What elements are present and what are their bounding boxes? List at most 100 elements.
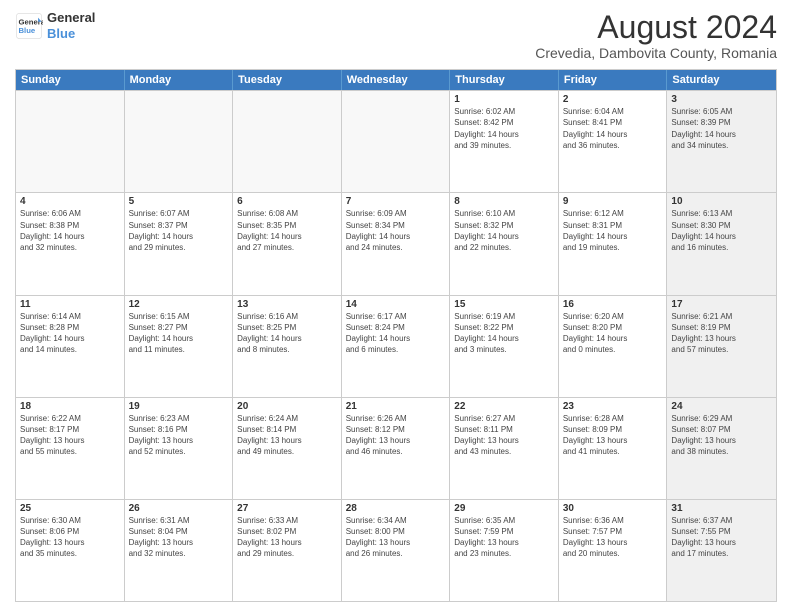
day-number: 21 bbox=[346, 401, 446, 412]
day-info: Sunrise: 6:21 AM Sunset: 8:19 PM Dayligh… bbox=[671, 311, 772, 356]
title-block: August 2024 Crevedia, Dambovita County, … bbox=[535, 10, 777, 61]
day-cell-2: 2Sunrise: 6:04 AM Sunset: 8:41 PM Daylig… bbox=[559, 91, 668, 192]
day-cell-14: 14Sunrise: 6:17 AM Sunset: 8:24 PM Dayli… bbox=[342, 296, 451, 397]
day-header-tuesday: Tuesday bbox=[233, 70, 342, 90]
day-number: 26 bbox=[129, 503, 229, 514]
day-info: Sunrise: 6:37 AM Sunset: 7:55 PM Dayligh… bbox=[671, 515, 772, 560]
day-number: 30 bbox=[563, 503, 663, 514]
empty-cell bbox=[16, 91, 125, 192]
day-info: Sunrise: 6:34 AM Sunset: 8:00 PM Dayligh… bbox=[346, 515, 446, 560]
day-info: Sunrise: 6:36 AM Sunset: 7:57 PM Dayligh… bbox=[563, 515, 663, 560]
svg-text:General: General bbox=[19, 17, 44, 26]
day-number: 11 bbox=[20, 299, 120, 310]
day-number: 10 bbox=[671, 196, 772, 207]
calendar-row-5: 25Sunrise: 6:30 AM Sunset: 8:06 PM Dayli… bbox=[16, 499, 776, 601]
day-info: Sunrise: 6:31 AM Sunset: 8:04 PM Dayligh… bbox=[129, 515, 229, 560]
day-number: 2 bbox=[563, 94, 663, 105]
day-cell-1: 1Sunrise: 6:02 AM Sunset: 8:42 PM Daylig… bbox=[450, 91, 559, 192]
day-info: Sunrise: 6:17 AM Sunset: 8:24 PM Dayligh… bbox=[346, 311, 446, 356]
day-number: 5 bbox=[129, 196, 229, 207]
main-title: August 2024 bbox=[535, 10, 777, 45]
day-info: Sunrise: 6:13 AM Sunset: 8:30 PM Dayligh… bbox=[671, 208, 772, 253]
day-number: 18 bbox=[20, 401, 120, 412]
empty-cell bbox=[233, 91, 342, 192]
logo-line1: General bbox=[47, 10, 95, 26]
day-cell-26: 26Sunrise: 6:31 AM Sunset: 8:04 PM Dayli… bbox=[125, 500, 234, 601]
day-info: Sunrise: 6:24 AM Sunset: 8:14 PM Dayligh… bbox=[237, 413, 337, 458]
subtitle: Crevedia, Dambovita County, Romania bbox=[535, 45, 777, 61]
day-info: Sunrise: 6:35 AM Sunset: 7:59 PM Dayligh… bbox=[454, 515, 554, 560]
calendar: SundayMondayTuesdayWednesdayThursdayFrid… bbox=[15, 69, 777, 602]
day-info: Sunrise: 6:02 AM Sunset: 8:42 PM Dayligh… bbox=[454, 106, 554, 151]
day-cell-4: 4Sunrise: 6:06 AM Sunset: 8:38 PM Daylig… bbox=[16, 193, 125, 294]
day-number: 6 bbox=[237, 196, 337, 207]
logo-icon: General Blue bbox=[15, 12, 43, 40]
day-cell-16: 16Sunrise: 6:20 AM Sunset: 8:20 PM Dayli… bbox=[559, 296, 668, 397]
day-info: Sunrise: 6:30 AM Sunset: 8:06 PM Dayligh… bbox=[20, 515, 120, 560]
day-number: 24 bbox=[671, 401, 772, 412]
day-info: Sunrise: 6:22 AM Sunset: 8:17 PM Dayligh… bbox=[20, 413, 120, 458]
calendar-body: 1Sunrise: 6:02 AM Sunset: 8:42 PM Daylig… bbox=[16, 90, 776, 601]
day-header-sunday: Sunday bbox=[16, 70, 125, 90]
day-cell-9: 9Sunrise: 6:12 AM Sunset: 8:31 PM Daylig… bbox=[559, 193, 668, 294]
day-info: Sunrise: 6:09 AM Sunset: 8:34 PM Dayligh… bbox=[346, 208, 446, 253]
day-info: Sunrise: 6:05 AM Sunset: 8:39 PM Dayligh… bbox=[671, 106, 772, 151]
day-header-friday: Friday bbox=[559, 70, 668, 90]
day-cell-20: 20Sunrise: 6:24 AM Sunset: 8:14 PM Dayli… bbox=[233, 398, 342, 499]
day-info: Sunrise: 6:10 AM Sunset: 8:32 PM Dayligh… bbox=[454, 208, 554, 253]
day-number: 8 bbox=[454, 196, 554, 207]
day-cell-28: 28Sunrise: 6:34 AM Sunset: 8:00 PM Dayli… bbox=[342, 500, 451, 601]
day-number: 1 bbox=[454, 94, 554, 105]
day-cell-25: 25Sunrise: 6:30 AM Sunset: 8:06 PM Dayli… bbox=[16, 500, 125, 601]
day-number: 27 bbox=[237, 503, 337, 514]
page: General Blue General Blue August 2024 Cr… bbox=[0, 0, 792, 612]
day-number: 17 bbox=[671, 299, 772, 310]
day-cell-5: 5Sunrise: 6:07 AM Sunset: 8:37 PM Daylig… bbox=[125, 193, 234, 294]
calendar-row-2: 4Sunrise: 6:06 AM Sunset: 8:38 PM Daylig… bbox=[16, 192, 776, 294]
day-cell-11: 11Sunrise: 6:14 AM Sunset: 8:28 PM Dayli… bbox=[16, 296, 125, 397]
day-number: 31 bbox=[671, 503, 772, 514]
day-info: Sunrise: 6:04 AM Sunset: 8:41 PM Dayligh… bbox=[563, 106, 663, 151]
day-cell-30: 30Sunrise: 6:36 AM Sunset: 7:57 PM Dayli… bbox=[559, 500, 668, 601]
day-cell-10: 10Sunrise: 6:13 AM Sunset: 8:30 PM Dayli… bbox=[667, 193, 776, 294]
day-number: 4 bbox=[20, 196, 120, 207]
day-info: Sunrise: 6:27 AM Sunset: 8:11 PM Dayligh… bbox=[454, 413, 554, 458]
day-header-wednesday: Wednesday bbox=[342, 70, 451, 90]
day-info: Sunrise: 6:33 AM Sunset: 8:02 PM Dayligh… bbox=[237, 515, 337, 560]
day-cell-22: 22Sunrise: 6:27 AM Sunset: 8:11 PM Dayli… bbox=[450, 398, 559, 499]
day-cell-27: 27Sunrise: 6:33 AM Sunset: 8:02 PM Dayli… bbox=[233, 500, 342, 601]
day-info: Sunrise: 6:23 AM Sunset: 8:16 PM Dayligh… bbox=[129, 413, 229, 458]
day-number: 23 bbox=[563, 401, 663, 412]
day-info: Sunrise: 6:16 AM Sunset: 8:25 PM Dayligh… bbox=[237, 311, 337, 356]
day-cell-23: 23Sunrise: 6:28 AM Sunset: 8:09 PM Dayli… bbox=[559, 398, 668, 499]
day-number: 22 bbox=[454, 401, 554, 412]
day-cell-7: 7Sunrise: 6:09 AM Sunset: 8:34 PM Daylig… bbox=[342, 193, 451, 294]
day-cell-3: 3Sunrise: 6:05 AM Sunset: 8:39 PM Daylig… bbox=[667, 91, 776, 192]
logo-line2: Blue bbox=[47, 26, 95, 42]
day-cell-19: 19Sunrise: 6:23 AM Sunset: 8:16 PM Dayli… bbox=[125, 398, 234, 499]
calendar-row-4: 18Sunrise: 6:22 AM Sunset: 8:17 PM Dayli… bbox=[16, 397, 776, 499]
day-cell-21: 21Sunrise: 6:26 AM Sunset: 8:12 PM Dayli… bbox=[342, 398, 451, 499]
day-number: 3 bbox=[671, 94, 772, 105]
day-cell-31: 31Sunrise: 6:37 AM Sunset: 7:55 PM Dayli… bbox=[667, 500, 776, 601]
day-info: Sunrise: 6:15 AM Sunset: 8:27 PM Dayligh… bbox=[129, 311, 229, 356]
day-info: Sunrise: 6:08 AM Sunset: 8:35 PM Dayligh… bbox=[237, 208, 337, 253]
day-number: 13 bbox=[237, 299, 337, 310]
calendar-row-3: 11Sunrise: 6:14 AM Sunset: 8:28 PM Dayli… bbox=[16, 295, 776, 397]
day-cell-18: 18Sunrise: 6:22 AM Sunset: 8:17 PM Dayli… bbox=[16, 398, 125, 499]
day-number: 9 bbox=[563, 196, 663, 207]
day-number: 29 bbox=[454, 503, 554, 514]
day-header-thursday: Thursday bbox=[450, 70, 559, 90]
day-cell-29: 29Sunrise: 6:35 AM Sunset: 7:59 PM Dayli… bbox=[450, 500, 559, 601]
day-info: Sunrise: 6:06 AM Sunset: 8:38 PM Dayligh… bbox=[20, 208, 120, 253]
day-header-saturday: Saturday bbox=[667, 70, 776, 90]
day-number: 14 bbox=[346, 299, 446, 310]
day-cell-17: 17Sunrise: 6:21 AM Sunset: 8:19 PM Dayli… bbox=[667, 296, 776, 397]
day-cell-15: 15Sunrise: 6:19 AM Sunset: 8:22 PM Dayli… bbox=[450, 296, 559, 397]
day-info: Sunrise: 6:07 AM Sunset: 8:37 PM Dayligh… bbox=[129, 208, 229, 253]
calendar-header: SundayMondayTuesdayWednesdayThursdayFrid… bbox=[16, 70, 776, 90]
logo-text: General Blue bbox=[47, 10, 95, 41]
day-number: 16 bbox=[563, 299, 663, 310]
svg-text:Blue: Blue bbox=[19, 26, 36, 35]
day-cell-8: 8Sunrise: 6:10 AM Sunset: 8:32 PM Daylig… bbox=[450, 193, 559, 294]
